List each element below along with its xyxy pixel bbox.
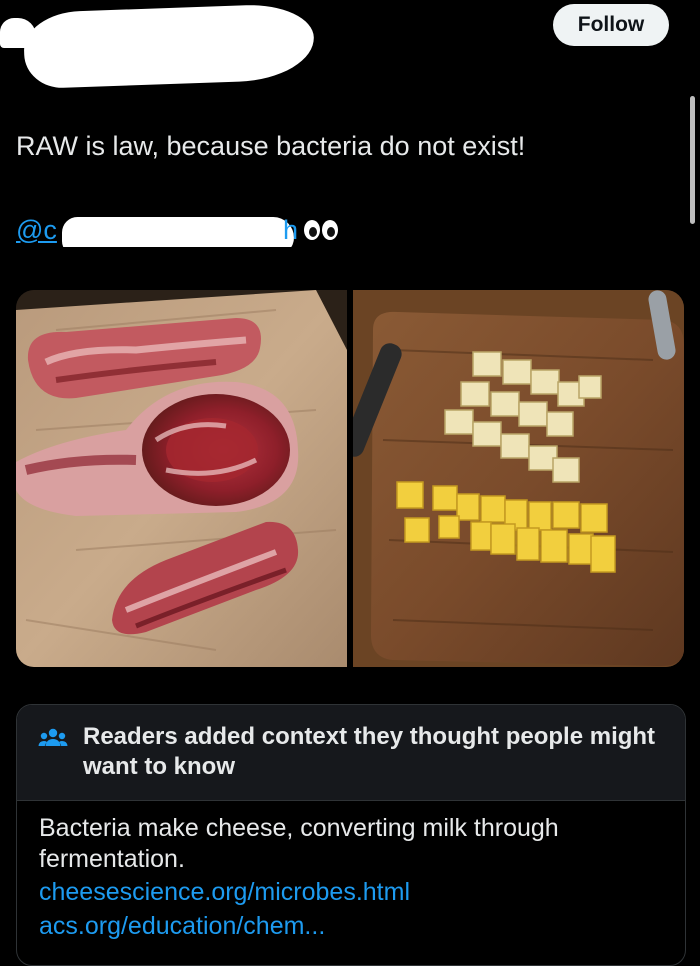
note-link-acs[interactable]: acs.org/education/chem...	[39, 909, 663, 943]
community-note-header[interactable]: Readers added context they thought peopl…	[17, 705, 685, 801]
community-note-title: Readers added context they thought peopl…	[83, 723, 656, 780]
eye-right	[322, 220, 338, 240]
eyes-icon	[304, 220, 338, 240]
eye-left	[304, 220, 320, 240]
tweet-media	[16, 290, 684, 667]
people-icon	[38, 728, 68, 746]
photo-cheese[interactable]	[353, 290, 684, 667]
mention-redaction	[62, 217, 294, 247]
tweet-header: Follow	[0, 0, 700, 100]
mention-suffix: h	[282, 215, 298, 245]
photo-raw-steaks[interactable]	[16, 290, 347, 667]
mention-link[interactable]: @c h	[16, 213, 298, 247]
community-note: Readers added context they thought peopl…	[16, 704, 686, 966]
mention-row: @c h	[16, 212, 338, 248]
follow-button[interactable]: Follow	[553, 4, 669, 46]
scrollbar[interactable]	[690, 96, 695, 224]
username-redaction	[22, 2, 316, 90]
mention-prefix: @c	[16, 215, 57, 245]
community-note-body: Bacteria make cheese, converting milk th…	[17, 801, 685, 943]
raw-steaks-image	[16, 290, 347, 667]
note-link-cheesescience[interactable]: cheesescience.org/microbes.html	[39, 875, 663, 909]
tweet-text: RAW is law, because bacteria do not exis…	[16, 131, 526, 161]
community-note-text: Bacteria make cheese, converting milk th…	[39, 814, 559, 873]
cheese-image	[353, 290, 684, 667]
